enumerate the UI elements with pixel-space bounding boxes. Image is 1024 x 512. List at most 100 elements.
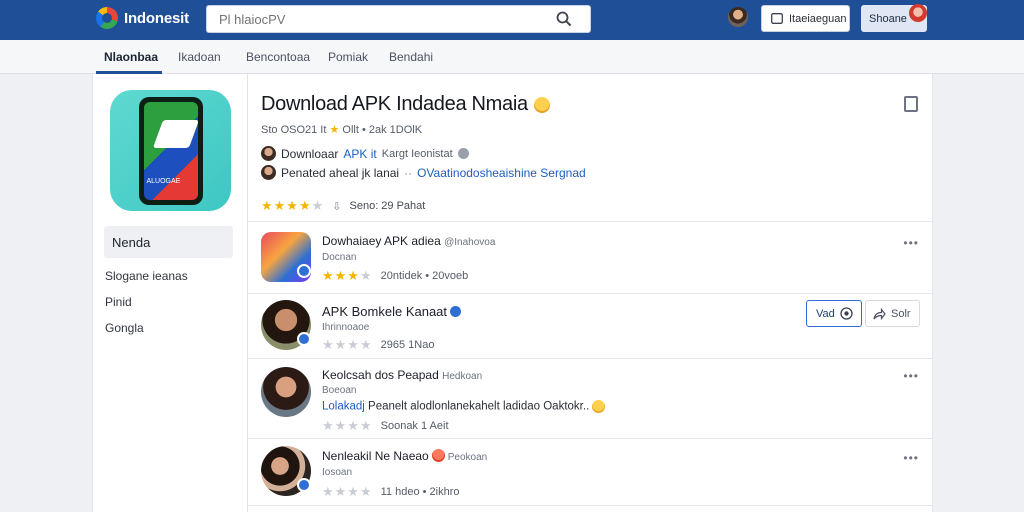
sidebar: ALUOGAE Nenda Slogane ieanas Pinid Gongl… — [92, 74, 248, 512]
share-icon — [873, 307, 886, 320]
post-stats-text: 11 hdeo • 2ikhro — [380, 486, 460, 498]
share-button[interactable]: Solr — [865, 300, 920, 327]
rating-stars: ★★★★★ — [261, 198, 325, 213]
window-icon — [771, 13, 783, 24]
app-rating: ★★★★★ ⇩ Seno: 29 Pahat — [261, 198, 425, 214]
post-stats-text: Soonak 1 Aeit — [380, 420, 449, 432]
logo-icon — [96, 7, 118, 29]
post-handle[interactable]: Hedkoan — [442, 371, 482, 382]
post-text-link[interactable]: Lolakadj — [322, 401, 365, 413]
post-handle[interactable]: @Inahovoa — [444, 237, 495, 248]
search-input[interactable] — [219, 11, 539, 27]
post-rating-stars: ★★★★ — [322, 268, 373, 283]
post-stats-text: 2965 1Nao — [380, 339, 435, 351]
tab-popular[interactable]: Pomiak — [328, 50, 368, 64]
publisher-link[interactable]: OVaatinodosheaishine Sergnad — [417, 166, 586, 180]
sub-navigation: Nlaonbaa Ikadoan Bencontoaa Pomiak Benda… — [0, 40, 1024, 74]
app-icon[interactable]: ALUOGAE — [110, 90, 231, 211]
search-bar[interactable] — [206, 5, 591, 33]
tab-download[interactable]: Ikadoan — [178, 50, 221, 64]
more-options-icon[interactable]: ••• — [903, 369, 919, 383]
divider — [248, 505, 932, 506]
post-subtitle: Iosoan — [322, 467, 353, 478]
view-button[interactable]: Vad — [806, 300, 862, 327]
post-title-line: Keolcsah dos Peapad Hedkoan — [322, 368, 482, 382]
download-small-icon: ⇩ — [332, 200, 342, 213]
post-subtitle: Docnan — [322, 252, 357, 263]
post-stats: ★★★★ Soonak 1 Aeit — [322, 418, 449, 434]
main-content: Download APK Indadea Nmaia Sto OSO21 It … — [248, 74, 933, 512]
post-stats: ★★★★ 20ntidek • 20voeb — [322, 268, 468, 284]
author-prefix: Downloaar — [281, 146, 339, 161]
author-avatar[interactable] — [261, 146, 276, 161]
sidebar-item-google[interactable]: Gongla — [105, 321, 144, 335]
post-title[interactable]: APK Bomkele Kanaat — [322, 304, 447, 319]
top-bar: Indonesit Itaeiaeguan Shoane — [0, 0, 1024, 40]
brand-logo[interactable]: Indonesit — [96, 7, 189, 29]
signup-label: Shoane — [869, 12, 907, 25]
view-label: Vad — [816, 307, 835, 320]
post-subtitle: Boeoan — [322, 385, 357, 396]
angry-emoji-icon — [431, 449, 445, 462]
post-stats: ★★★★ 11 hdeo • 2ikhro — [322, 484, 460, 500]
app-title-row: Download APK Indadea Nmaia — [261, 93, 550, 116]
phone-icon: ALUOGAE — [138, 96, 203, 205]
share-label: Solr — [891, 307, 911, 320]
post-title[interactable]: Keolcsah dos Peapad — [322, 368, 439, 382]
smiley-emoji-icon — [533, 96, 550, 113]
post-title-line: Dowhaiaey APK adiea @Inahovoa — [322, 234, 495, 248]
post-rating-stars: ★★★★ — [322, 484, 373, 499]
search-icon[interactable] — [556, 11, 572, 27]
author-link[interactable]: APK it — [343, 147, 376, 161]
author-line: Downloaar APK it Kargt Ieonistat — [261, 146, 469, 161]
post-subtitle: Ihrinnoaoe — [322, 322, 370, 333]
emoji-icon — [592, 400, 606, 413]
sidebar-item-slogans[interactable]: Slogane ieanas — [105, 269, 188, 283]
post-handle[interactable]: Peokoan — [448, 452, 487, 463]
meta-version: Sto OSO21 It — [261, 124, 327, 136]
star-icon: ★ — [329, 124, 340, 136]
publisher-avatar[interactable] — [261, 165, 276, 180]
user-avatar[interactable] — [728, 7, 748, 27]
notification-avatar-icon[interactable] — [909, 4, 927, 22]
app-meta: Sto OSO21 It ★ Ollt • 2ak 1DOlK — [261, 123, 422, 136]
sidebar-item-pinned[interactable]: Pinid — [105, 295, 132, 309]
page-title: Download APK Indadea Nmaia — [261, 93, 528, 115]
tab-more[interactable]: Bendahi — [389, 50, 433, 64]
author-suffix: Kargt Ieonistat — [381, 147, 453, 160]
more-options-icon[interactable]: ••• — [903, 236, 919, 250]
separator-dash: ·· — [404, 165, 413, 180]
rating-text: Seno: 29 Pahat — [349, 200, 426, 212]
post-rating-stars: ★★★★ — [322, 337, 373, 352]
post-text: Peanelt alodlonlanekahelt ladidao Oaktok… — [368, 400, 590, 413]
tab-examples[interactable]: Bencontoaa — [246, 50, 310, 64]
publisher-prefix: Penated aheal jk lanai — [281, 165, 400, 180]
post-title-line: APK Bomkele Kanaat — [322, 304, 462, 319]
post-stats-text: 20ntidek • 20voeb — [380, 270, 469, 282]
login-label: Itaeiaeguan — [789, 12, 847, 25]
list-item[interactable]: Nenleakil Ne Naeao Peokoan Iosoan ★★★★ 11… — [248, 439, 932, 505]
tab-home[interactable]: Nlaonbaa — [104, 50, 158, 64]
post-title-line: Nenleakil Ne Naeao Peokoan — [322, 449, 487, 463]
post-avatar[interactable] — [261, 367, 311, 417]
post-stats: ★★★★ 2965 1Nao — [322, 337, 434, 353]
publisher-line: Penated aheal jk lanai ·· OVaatinodoshea… — [261, 165, 586, 180]
verified-badge-icon — [297, 478, 311, 492]
verified-icon — [457, 148, 469, 159]
bookmark-icon[interactable] — [904, 96, 918, 112]
meta-stats: Ollt • 2ak 1DOlK — [342, 124, 423, 136]
list-item[interactable]: Dowhaiaey APK adiea @Inahovoa Docnan ★★★… — [248, 222, 932, 293]
view-icon — [840, 307, 853, 320]
post-title[interactable]: Nenleakil Ne Naeao — [322, 449, 429, 463]
sidebar-item-home[interactable]: Nenda — [104, 226, 233, 258]
verified-badge-icon — [297, 332, 311, 346]
verified-badge-icon — [297, 264, 311, 278]
post-title[interactable]: Dowhaiaey APK adiea — [322, 234, 441, 248]
more-options-icon[interactable]: ••• — [903, 451, 919, 465]
post-text-line: Lolakadj Peanelt alodlonlanekahelt ladid… — [322, 400, 606, 413]
list-item[interactable]: Keolcsah dos Peapad Hedkoan Boeoan Lolak… — [248, 359, 932, 438]
brand-name: Indonesit — [124, 9, 189, 27]
app-icon-caption: ALUOGAE — [146, 177, 181, 185]
post-rating-stars: ★★★★ — [322, 418, 373, 433]
login-button[interactable]: Itaeiaeguan — [761, 5, 850, 32]
